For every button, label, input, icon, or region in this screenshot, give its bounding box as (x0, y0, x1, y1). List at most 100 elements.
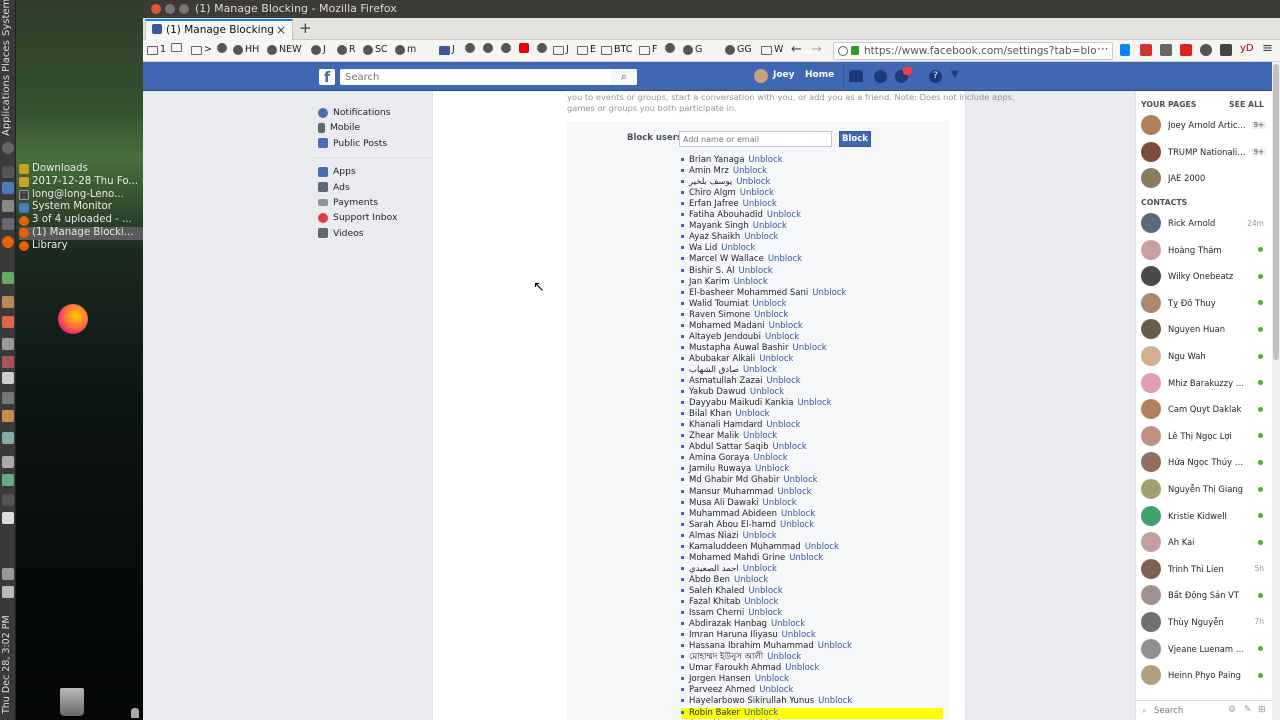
contact-item[interactable]: Lê Thị Ngọc Lợi (1136, 423, 1272, 450)
unblock-link[interactable]: Unblock (797, 398, 831, 408)
chat-search-input[interactable] (1154, 704, 1224, 718)
reader-view-icon[interactable] (1160, 44, 1172, 56)
unblock-link[interactable]: Unblock (734, 277, 768, 287)
unblock-link[interactable]: Unblock (765, 332, 799, 342)
unblock-link[interactable]: Unblock (783, 475, 817, 485)
facebook-logo-icon[interactable]: f (319, 69, 335, 86)
contact-item[interactable]: Nguyen Huan (1136, 316, 1272, 343)
bookmark-item[interactable]: m (395, 43, 416, 57)
contact-item[interactable]: Hoàng Thám (1136, 236, 1272, 263)
firefox-desktop-icon[interactable] (58, 304, 88, 334)
block-button[interactable]: Block (839, 131, 871, 147)
printer-icon[interactable] (2, 392, 14, 404)
terminal-icon[interactable] (2, 166, 14, 178)
unblock-link[interactable]: Unblock (766, 420, 800, 430)
page-item[interactable]: JAE 2000 (1136, 165, 1272, 192)
unblock-link[interactable]: Unblock (743, 564, 777, 574)
nav-apps[interactable]: Apps (312, 164, 432, 179)
window-list-item[interactable]: Library (19, 240, 143, 253)
bookmark-item[interactable] (501, 43, 511, 53)
unblock-link[interactable]: Unblock (734, 575, 768, 585)
unblock-link[interactable]: Unblock (740, 188, 774, 198)
unblock-link[interactable]: Unblock (753, 453, 787, 463)
unblock-link[interactable]: Unblock (744, 597, 778, 607)
unblock-link[interactable]: Unblock (780, 520, 814, 530)
home-link[interactable]: Home (805, 70, 834, 80)
unblock-link[interactable]: Unblock (755, 464, 789, 474)
extension-icon[interactable] (1220, 44, 1232, 56)
tool-icon[interactable] (2, 356, 14, 368)
panel-menu-places[interactable]: Places (1, 40, 12, 72)
block-user-input[interactable] (679, 131, 832, 147)
nav-mobile[interactable]: Mobile (312, 120, 432, 135)
unblock-link[interactable]: Unblock (748, 608, 782, 618)
chat-settings-gear-icon[interactable]: ⚙ (1228, 705, 1236, 715)
bookmark-item[interactable]: NEW (267, 43, 302, 57)
display-icon[interactable] (2, 494, 14, 506)
nav-payments[interactable]: Payments (312, 195, 432, 210)
firefox-launcher-icon[interactable] (2, 236, 14, 248)
ublock-icon[interactable] (1140, 44, 1152, 56)
user-icon[interactable] (131, 708, 139, 718)
bookmark-item[interactable]: J (439, 43, 455, 57)
contact-item[interactable]: Trinh Thi Lien 5h (1136, 556, 1272, 583)
bookmark-item[interactable]: G (683, 43, 702, 57)
unblock-link[interactable]: Unblock (750, 387, 784, 397)
url-bar[interactable]: https://www.facebook.com/settings?tab=bl… (833, 42, 1113, 60)
window-list-item-active[interactable]: (1) Manage Blocki... (19, 226, 143, 240)
unblock-link[interactable]: Unblock (818, 696, 852, 706)
back-arrow-icon[interactable]: ← (791, 42, 802, 57)
unblock-link[interactable]: Unblock (767, 210, 801, 220)
window-list-item[interactable]: Downloads (19, 163, 143, 176)
new-tab-icon[interactable]: + (299, 18, 312, 38)
unblock-link[interactable]: Unblock (818, 641, 852, 651)
network-status-icon[interactable] (2, 568, 14, 580)
bookmark-item[interactable]: 1 (147, 43, 166, 57)
nav-notifications[interactable]: Notifications (312, 105, 432, 120)
panel-menu-applications[interactable]: Applications (1, 75, 12, 136)
window-list-item[interactable]: long@long-Leno... (19, 189, 143, 202)
page-actions-icon[interactable]: ··· (1097, 42, 1108, 56)
files-icon[interactable] (2, 182, 14, 194)
see-all-link[interactable]: SEE ALL (1229, 98, 1264, 112)
account-menu-caret-icon[interactable]: ▼ (951, 69, 959, 80)
contact-item[interactable]: Rick Arnold 24m (1136, 210, 1272, 237)
unblock-link[interactable]: Unblock (782, 630, 816, 640)
power-icon[interactable] (2, 142, 14, 154)
unblock-link[interactable]: Unblock (777, 487, 811, 497)
window-list-item[interactable]: 3 of 4 uploaded - ... (19, 214, 143, 227)
archive-icon[interactable] (2, 296, 14, 308)
trash-icon[interactable] (60, 688, 84, 716)
contact-item[interactable]: Cam Quyt Daklak (1136, 396, 1272, 423)
unblock-link[interactable]: Unblock (744, 232, 778, 242)
unblock-link[interactable]: Unblock (755, 674, 789, 684)
monitor-icon[interactable] (2, 218, 14, 230)
panel-menu-system[interactable]: System (1, 0, 12, 36)
editor-icon[interactable] (2, 200, 14, 212)
bookmark-item[interactable]: E (577, 43, 596, 57)
bookmark-item[interactable] (483, 43, 493, 53)
unblock-link[interactable]: Unblock (785, 663, 819, 673)
download-icon[interactable] (1120, 44, 1130, 56)
unblock-link[interactable]: Unblock (733, 166, 767, 176)
image-icon[interactable] (2, 410, 14, 422)
unblock-link[interactable]: Unblock (735, 409, 769, 419)
unblock-link[interactable]: Unblock (768, 254, 802, 264)
unblock-link[interactable]: Unblock (748, 586, 782, 596)
bookmark-item[interactable]: W (761, 43, 783, 57)
bookmark-item[interactable]: F (639, 43, 657, 57)
panel-clock[interactable]: Thu Dec 28, 3:02 PM (1, 615, 12, 714)
unblock-link[interactable]: Unblock (754, 310, 788, 320)
contact-item[interactable]: Nguyễn Thị Giang (1136, 476, 1272, 503)
contact-item[interactable]: Bất Động Sản VT (1136, 582, 1272, 609)
bookmark-item[interactable]: > (191, 43, 212, 57)
unblock-link[interactable]: Unblock (767, 376, 801, 386)
page-item[interactable]: TRUMP Nationalism ... 9+ (1136, 139, 1272, 166)
bookmark-item[interactable] (519, 43, 529, 53)
browser-tab-active[interactable]: (1) Manage Blocking × (145, 19, 293, 40)
contact-item[interactable]: Heinn Phyo Paing (1136, 662, 1272, 689)
bookmark-item[interactable] (171, 43, 182, 52)
bookmark-item[interactable]: BTC (601, 43, 632, 57)
scrollbar-thumb[interactable] (1273, 64, 1279, 360)
unblock-link[interactable]: Unblock (789, 553, 823, 563)
